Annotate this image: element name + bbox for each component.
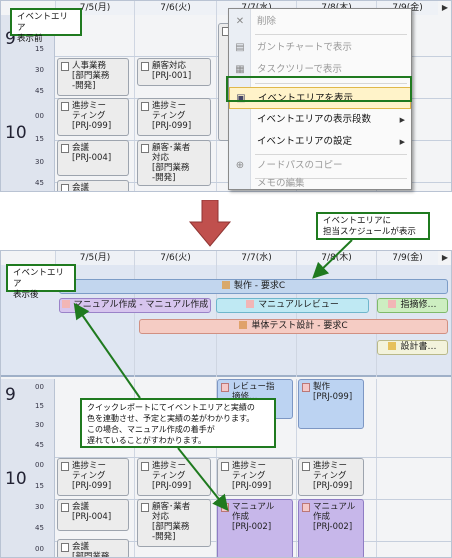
pointer-arrows <box>73 239 353 512</box>
